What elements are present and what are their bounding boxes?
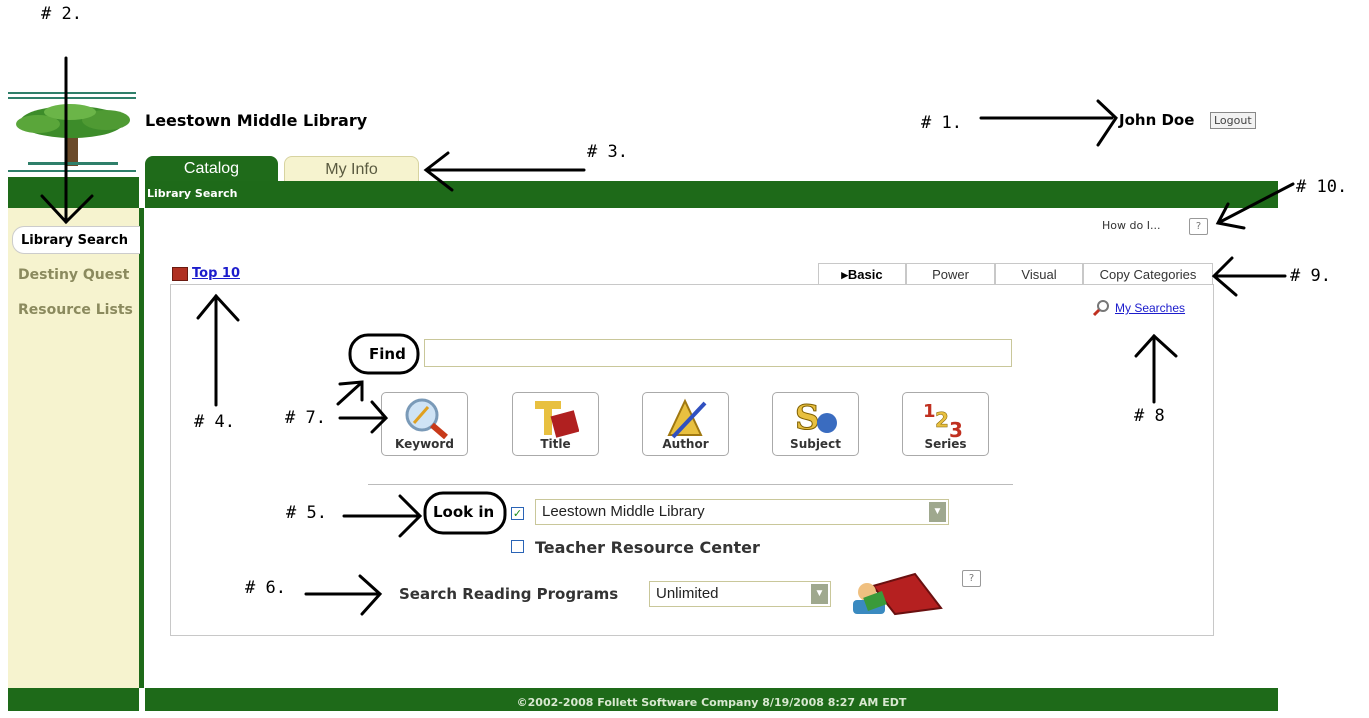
subnav-library-search[interactable]: Library Search (147, 187, 238, 200)
svg-text:1: 1 (923, 401, 936, 422)
look-in-select[interactable]: Leestown Middle Library ▼ (535, 499, 949, 525)
keyword-icon (405, 398, 448, 439)
footer: ©2002-2008 Follett Software Company 8/19… (145, 688, 1278, 711)
user-name: John Doe (1119, 111, 1195, 129)
annotation-5: # 5. (286, 503, 327, 523)
teacher-resource-label: Teacher Resource Center (535, 538, 760, 557)
title-icon (535, 401, 579, 438)
title-search-button[interactable]: Title (512, 392, 599, 456)
tree-icon (16, 104, 130, 166)
title-label: Title (540, 437, 571, 451)
find-label: Find (369, 345, 406, 363)
annotation-7: # 7. (285, 408, 326, 428)
help-icon[interactable]: ? (1189, 218, 1208, 235)
tab-catalog[interactable]: Catalog (145, 156, 278, 181)
reading-programs-label: Search Reading Programs (399, 585, 619, 603)
tab-my-info[interactable]: My Info (284, 156, 419, 182)
annotation-3: # 3. (587, 142, 628, 162)
keyword-label: Keyword (395, 437, 454, 451)
annotation-2: # 2. (41, 4, 82, 24)
find-input[interactable] (425, 340, 1011, 366)
look-in-selected-value: Leestown Middle Library (542, 503, 705, 520)
annotation-8: # 8 (1134, 406, 1165, 426)
tab-power[interactable]: Power (906, 263, 995, 285)
sidebar-item-resource-lists[interactable]: Resource Lists (18, 302, 133, 318)
annotation-6: # 6. (245, 578, 286, 598)
look-in-label: Look in (433, 503, 495, 521)
reading-programs-selected-value: Unlimited (656, 585, 719, 602)
tab-copy-categories[interactable]: Copy Categories (1083, 263, 1213, 285)
sidebar-item-destiny-quest[interactable]: Destiny Quest (18, 267, 129, 283)
annotation-4: # 4. (194, 412, 235, 432)
annotation-1: # 1. (921, 113, 962, 133)
svg-text:S: S (795, 398, 820, 438)
subnav-bar (145, 181, 1278, 208)
how-do-i-link[interactable]: How do I... (1102, 219, 1160, 232)
series-label: Series (924, 437, 967, 451)
find-input-box[interactable] (424, 339, 1012, 367)
library-logo (8, 92, 136, 176)
tab-visual[interactable]: Visual (995, 263, 1083, 285)
look-in-library-checkbox[interactable]: ✓ (511, 507, 524, 520)
reading-programs-help-icon[interactable]: ? (962, 570, 981, 587)
tab-basic-label: ▸Basic (841, 267, 883, 282)
chevron-down-icon: ▼ (929, 502, 946, 522)
chevron-down-icon: ▼ (811, 584, 828, 604)
svg-text:3: 3 (949, 418, 963, 439)
annotation-10: # 10. (1296, 177, 1348, 197)
sidebar-footer-bar (8, 688, 139, 711)
tab-basic[interactable]: ▸Basic (818, 263, 906, 285)
section-divider (368, 484, 1013, 485)
series-search-button[interactable]: 1 2 3 Series (902, 392, 989, 456)
logout-button[interactable]: Logout (1210, 112, 1256, 129)
keyword-search-button[interactable]: Keyword (381, 392, 468, 456)
subject-label: Subject (790, 437, 841, 451)
my-searches-link[interactable]: My Searches (1115, 301, 1185, 315)
subject-search-button[interactable]: S Subject (772, 392, 859, 456)
top10-link[interactable]: Top 10 (192, 266, 240, 281)
teacher-resource-checkbox[interactable] (511, 540, 524, 553)
sidebar-item-library-search[interactable]: Library Search (12, 226, 140, 254)
site-title: Leestown Middle Library (145, 111, 368, 130)
author-icon (667, 398, 707, 439)
book-icon (172, 267, 188, 281)
sidebar-header-bar (8, 177, 139, 208)
magnifier-icon (1092, 300, 1109, 317)
subject-icon: S (795, 398, 837, 439)
series-icon: 1 2 3 (923, 401, 963, 439)
annotation-9: # 9. (1290, 266, 1331, 286)
author-search-button[interactable]: Author (642, 392, 729, 456)
sidebar-divider (139, 208, 144, 688)
svg-text:2: 2 (935, 408, 949, 432)
reading-programs-select[interactable]: Unlimited ▼ (649, 581, 831, 607)
reading-book-icon (853, 572, 943, 616)
author-label: Author (662, 437, 709, 451)
